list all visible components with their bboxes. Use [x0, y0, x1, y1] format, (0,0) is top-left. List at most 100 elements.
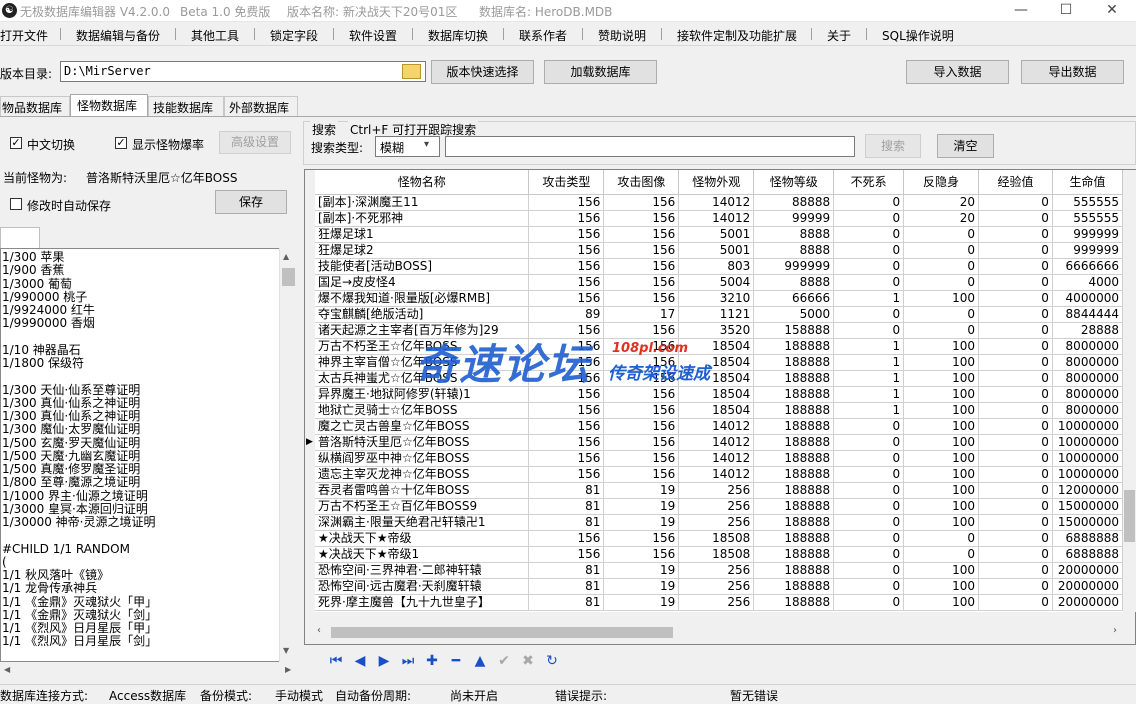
table-cell[interactable]: 156: [528, 530, 605, 547]
table-cell[interactable]: 156: [603, 226, 680, 243]
table-cell[interactable]: 0: [833, 466, 905, 483]
table-cell[interactable]: 156: [528, 354, 605, 371]
table-cell[interactable]: 256: [678, 562, 755, 579]
table-cell[interactable]: 19: [603, 482, 680, 499]
table-cell[interactable]: 0: [978, 434, 1053, 451]
table-cell[interactable]: 100: [903, 450, 980, 467]
monster-name-cell[interactable]: 吞灵者雷鸣兽☆十亿年BOSS: [315, 482, 530, 499]
table-cell[interactable]: 156: [528, 290, 605, 307]
drop-list-vscrollbar[interactable]: ▲ ▼: [279, 248, 297, 662]
table-row[interactable]: 技能使者[活动BOSS] 156 156 803 999999 0 0 0 6666666: [315, 258, 1123, 275]
table-cell[interactable]: 188888: [753, 402, 835, 419]
table-cell[interactable]: 8000000: [1052, 338, 1123, 355]
table-cell[interactable]: 89: [528, 306, 605, 323]
table-cell[interactable]: 0: [978, 466, 1053, 483]
quick-select-button[interactable]: 版本快速选择: [431, 60, 534, 84]
table-cell[interactable]: 14012: [678, 194, 755, 211]
table-cell[interactable]: 0: [903, 306, 980, 323]
table-cell[interactable]: 100: [903, 466, 980, 483]
menu-sponsor[interactable]: 赞助说明: [598, 27, 646, 44]
table-cell[interactable]: 0: [978, 226, 1053, 243]
table-cell[interactable]: 156: [603, 258, 680, 275]
monster-name-cell[interactable]: ★决战天下★帝级1: [315, 546, 530, 563]
table-cell[interactable]: 0: [978, 418, 1053, 435]
table-cell[interactable]: 188888: [753, 498, 835, 515]
table-cell[interactable]: 100: [903, 498, 980, 515]
table-cell[interactable]: 0: [903, 242, 980, 259]
table-row[interactable]: 魔之亡灵古兽皇☆亿年BOSS 156 156 14012 188888 0 100 0 1000…: [315, 418, 1123, 435]
table-cell[interactable]: 0: [978, 594, 1053, 611]
table-cell[interactable]: 81: [528, 514, 605, 531]
table-cell[interactable]: 8844444: [1052, 306, 1123, 323]
drop-list[interactable]: 1/300 苹果 1/900 香蕉 1/3000 葡萄 1/990000 桃子 1/99…: [0, 248, 297, 662]
tab-external-db[interactable]: 外部数据库: [224, 96, 298, 116]
table-cell[interactable]: 81: [528, 594, 605, 611]
table-cell[interactable]: 0: [978, 498, 1053, 515]
table-row[interactable]: 狂爆足球1 156 156 5001 8888 0 0 0 999999: [315, 226, 1123, 243]
table-cell[interactable]: 18504: [678, 338, 755, 355]
table-cell[interactable]: 0: [833, 482, 905, 499]
table-cell[interactable]: 156: [528, 258, 605, 275]
column-header[interactable]: 攻击图像: [603, 170, 680, 195]
table-cell[interactable]: 156: [528, 274, 605, 291]
menu-custom-dev[interactable]: 接软件定制及功能扩展: [677, 27, 797, 44]
table-cell[interactable]: 188888: [753, 578, 835, 595]
table-cell[interactable]: 256: [678, 578, 755, 595]
table-cell[interactable]: 12000000: [1052, 482, 1123, 499]
table-cell[interactable]: 0: [978, 258, 1053, 275]
table-cell[interactable]: 0: [978, 306, 1053, 323]
table-row[interactable]: 诸天起源之主宰者[百万年修为]29 156 156 3520 158888 0 0 0 2888…: [315, 322, 1123, 339]
menu-db-switch[interactable]: 数据库切换: [428, 27, 488, 44]
table-cell[interactable]: 0: [903, 274, 980, 291]
table-cell[interactable]: 188888: [753, 450, 835, 467]
post-record-icon[interactable]: ✔: [494, 651, 514, 671]
table-cell[interactable]: 81: [528, 498, 605, 515]
table-row[interactable]: 狂爆足球2 156 156 5001 8888 0 0 0 999999: [315, 242, 1123, 259]
table-cell[interactable]: 18504: [678, 354, 755, 371]
column-header[interactable]: 怪物等级: [753, 170, 835, 195]
table-cell[interactable]: 100: [903, 386, 980, 403]
table-cell[interactable]: 5001: [678, 226, 755, 243]
table-row[interactable]: 国足→皮皮怪4 156 156 5004 8888 0 0 0 4000: [315, 274, 1123, 291]
table-cell[interactable]: 99999: [753, 210, 835, 227]
table-row[interactable]: 神界主宰盲僧☆亿年BOSS 156 156 18504 188888 1 100 0 80000…: [315, 354, 1123, 371]
table-cell[interactable]: 188888: [753, 434, 835, 451]
table-cell[interactable]: 156: [528, 418, 605, 435]
table-cell[interactable]: 156: [603, 434, 680, 451]
next-record-icon[interactable]: ▶: [374, 651, 394, 671]
table-row[interactable]: ★决战天下★帝级 156 156 18508 188888 0 0 0 6888888: [315, 530, 1123, 547]
table-cell[interactable]: 5004: [678, 274, 755, 291]
table-cell[interactable]: 156: [603, 290, 680, 307]
table-row[interactable]: 异界魔王·地狱阿修罗(轩辕)1 156 156 18504 188888 1 100 0 800…: [315, 386, 1123, 403]
monster-name-cell[interactable]: 爆不爆我知道·限量版[必爆RMB]: [315, 290, 530, 307]
table-cell[interactable]: 18504: [678, 370, 755, 387]
table-cell[interactable]: 156: [603, 210, 680, 227]
table-cell[interactable]: 100: [903, 482, 980, 499]
table-cell[interactable]: 156: [528, 466, 605, 483]
table-row[interactable]: [副本]·深渊魔王11 156 156 14012 88888 0 20 0 555555: [315, 194, 1123, 211]
table-cell[interactable]: 0: [978, 530, 1053, 547]
chinese-switch-checkbox[interactable]: ✓: [10, 137, 22, 149]
table-cell[interactable]: 14012: [678, 418, 755, 435]
menu-open-file[interactable]: 打开文件: [0, 27, 48, 44]
table-cell[interactable]: 20000000: [1052, 594, 1123, 611]
column-header[interactable]: 不死系: [833, 170, 905, 195]
table-cell[interactable]: 256: [678, 482, 755, 499]
table-cell[interactable]: 14012: [678, 210, 755, 227]
table-cell[interactable]: 156: [603, 242, 680, 259]
table-cell[interactable]: 0: [978, 578, 1053, 595]
search-input[interactable]: [445, 136, 855, 157]
table-cell[interactable]: 156: [528, 226, 605, 243]
monster-name-cell[interactable]: 万古不朽圣王☆亿年BOSS: [315, 338, 530, 355]
table-cell[interactable]: 0: [978, 514, 1053, 531]
table-cell[interactable]: 0: [833, 498, 905, 515]
table-cell[interactable]: 188888: [753, 594, 835, 611]
table-cell[interactable]: 156: [603, 194, 680, 211]
table-row[interactable]: 遗忘主宰灭龙神☆亿年BOSS 156 156 14012 188888 0 100 0 1000…: [315, 466, 1123, 483]
table-cell[interactable]: 1: [833, 338, 905, 355]
prior-record-icon[interactable]: ◀: [350, 651, 370, 671]
table-cell[interactable]: 0: [833, 530, 905, 547]
table-cell[interactable]: 3210: [678, 290, 755, 307]
table-cell[interactable]: 8000000: [1052, 386, 1123, 403]
table-cell[interactable]: 19: [603, 578, 680, 595]
